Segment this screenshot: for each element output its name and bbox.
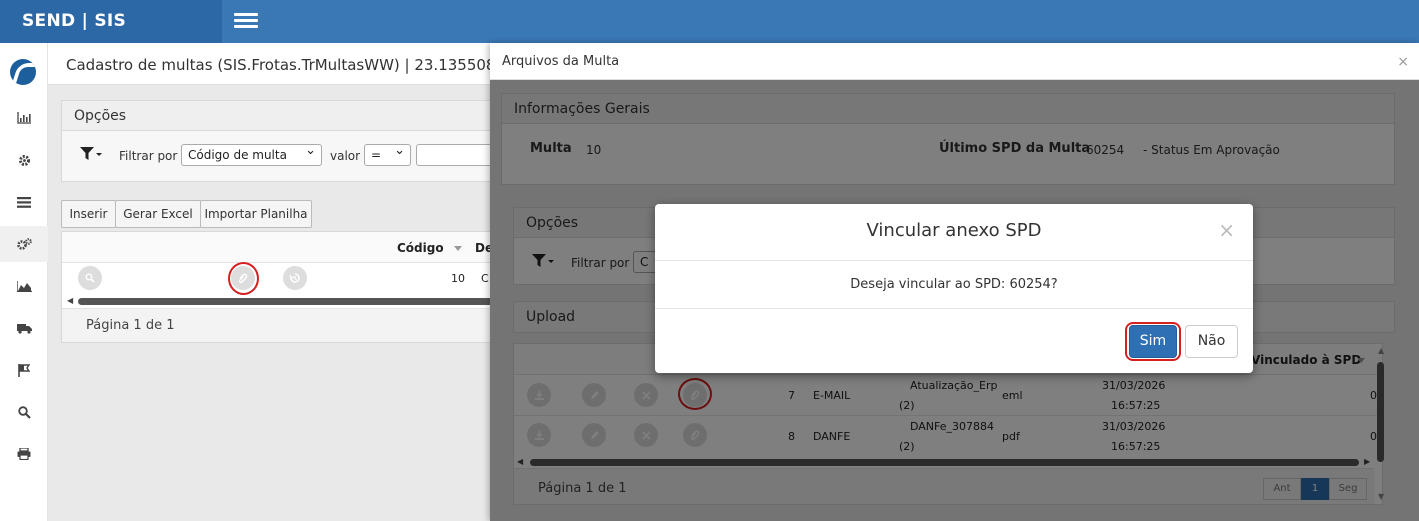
print-icon[interactable] [0,436,48,472]
grid-header [62,232,540,263]
highlight-circle [228,262,259,295]
import-button[interactable]: Importar Planilha [200,200,312,228]
operator-select[interactable]: = [364,143,411,166]
sidebar [0,43,48,521]
filter-select[interactable]: Código de multa [181,143,322,166]
page-title: Cadastro de multas (SIS.Frotas.TrMultasW… [66,56,506,74]
pager-text: Página 1 de 1 [86,318,175,333]
close-icon[interactable]: × [1397,54,1409,70]
chart-bar-icon[interactable] [0,100,48,136]
view-icon[interactable] [78,266,102,290]
gear-icon[interactable] [0,142,48,178]
scroll-left-icon[interactable]: ◀ [67,296,73,305]
options-header: Opções [62,101,540,131]
insert-button[interactable]: Inserir [61,200,116,228]
options-panel: Opções Filtrar por Código de multa valor… [61,100,541,182]
app-logo-icon [10,59,36,85]
dialog-message: Deseja vincular ao SPD: 60254? [850,277,1058,292]
fines-grid: Código De 10 C ◀ Página 1 de 1 [61,231,541,343]
highlight-box [1125,322,1181,361]
cell-de: C [481,272,489,285]
sort-icon[interactable] [454,246,462,251]
value-label: valor [330,149,361,163]
filter-icon[interactable] [80,147,102,164]
brand-logo: SEND | SIS [0,0,222,43]
area-chart-icon[interactable] [0,268,48,304]
cell-codigo: 10 [451,272,465,285]
dialog-title: Vincular anexo SPD [866,220,1042,241]
history-icon[interactable] [283,266,307,290]
files-modal-title: Arquivos da Multa [490,43,1419,80]
flag-icon[interactable] [0,352,48,388]
search-icon[interactable] [0,394,48,430]
truck-icon[interactable] [0,310,48,346]
divider [655,308,1253,309]
gears-icon[interactable] [0,226,48,262]
excel-button[interactable]: Gerar Excel [115,200,201,228]
filter-label: Filtrar por [119,149,178,163]
confirm-dialog: Vincular anexo SPD × Deseja vincular ao … [655,204,1253,373]
divider [655,260,1253,261]
cancel-button[interactable]: Não [1185,325,1238,358]
menu-icon[interactable] [234,13,258,29]
list-icon[interactable] [0,184,48,220]
top-bar: SEND | SIS [0,0,1419,43]
close-icon[interactable]: × [1218,218,1235,242]
horizontal-scrollbar[interactable] [78,298,538,305]
column-header-codigo[interactable]: Código [397,241,444,255]
